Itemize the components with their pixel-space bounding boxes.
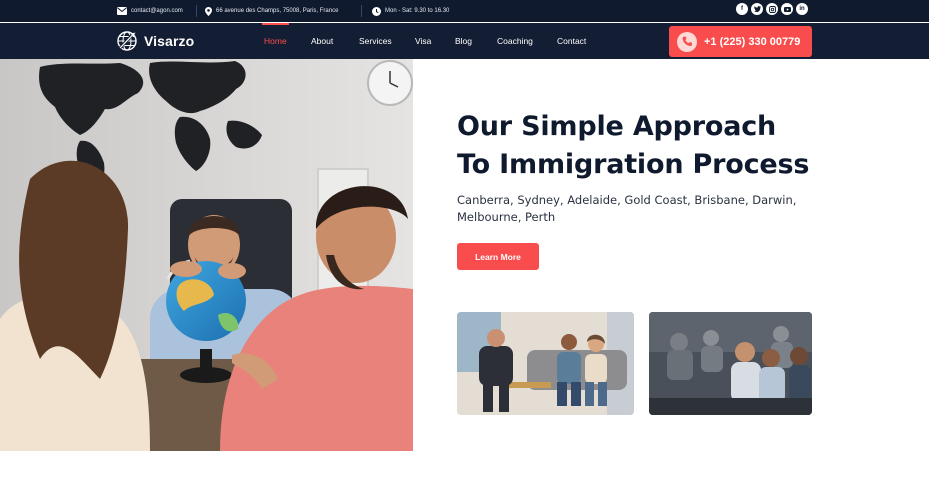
phone-call-button[interactable]: +1 (225) 330 00779: [669, 26, 812, 57]
clock-icon: [372, 6, 381, 16]
hero-title-line-1: Our Simple Approach: [457, 111, 777, 142]
site-logo[interactable]: Visarzo: [116, 30, 194, 52]
hero-subtitle: Canberra, Sydney, Adelaide, Gold Coast, …: [457, 193, 797, 224]
hours-text: Mon - Sat: 9.30 to 16.30: [385, 8, 450, 14]
location-pin-icon: [205, 6, 212, 16]
email-text: contact@agon.com: [131, 8, 183, 14]
phone-number: +1 (225) 330 00779: [704, 35, 801, 48]
thumbnail-clients-office[interactable]: [457, 312, 634, 415]
address-text: 66 avenue des Champs, 75008, Paris, Fran…: [216, 8, 339, 14]
address-info: 66 avenue des Champs, 75008, Paris, Fran…: [205, 0, 338, 22]
nav-coaching[interactable]: Coaching: [497, 23, 533, 59]
nav-services[interactable]: Services: [359, 23, 392, 59]
learn-more-button[interactable]: Learn More: [457, 243, 539, 270]
nav-about[interactable]: About: [311, 23, 333, 59]
hero-title-line-2: To Immigration Process: [457, 149, 810, 180]
instagram-icon[interactable]: [766, 3, 778, 15]
main-navbar: Visarzo Home About Services Visa Blog Co…: [0, 23, 929, 59]
logo-globe-icon: [117, 31, 137, 51]
divider: [361, 5, 362, 17]
nav-visa[interactable]: Visa: [415, 23, 431, 59]
top-info-bar: contact@agon.com 66 avenue des Champs, 7…: [0, 0, 929, 22]
nav-blog[interactable]: Blog: [455, 23, 472, 59]
youtube-icon[interactable]: [781, 3, 793, 15]
logo-text: Visarzo: [144, 33, 195, 49]
phone-icon: [677, 31, 697, 52]
thumbnail-audience-event[interactable]: [649, 312, 812, 415]
facebook-icon[interactable]: f: [736, 3, 748, 15]
linkedin-icon[interactable]: in: [796, 3, 808, 15]
divider: [196, 5, 197, 17]
nav-contact[interactable]: Contact: [557, 23, 586, 59]
email-info[interactable]: contact@agon.com: [117, 0, 183, 22]
nav-home[interactable]: Home: [262, 23, 289, 59]
hero-image-consultation: [0, 59, 413, 451]
hours-info: Mon - Sat: 9.30 to 16.30: [372, 0, 449, 22]
twitter-icon[interactable]: [751, 3, 763, 15]
social-links: f in: [736, 3, 808, 15]
mail-icon: [117, 7, 127, 15]
hero-title: Our Simple Approach To Immigration Proce…: [457, 108, 817, 184]
